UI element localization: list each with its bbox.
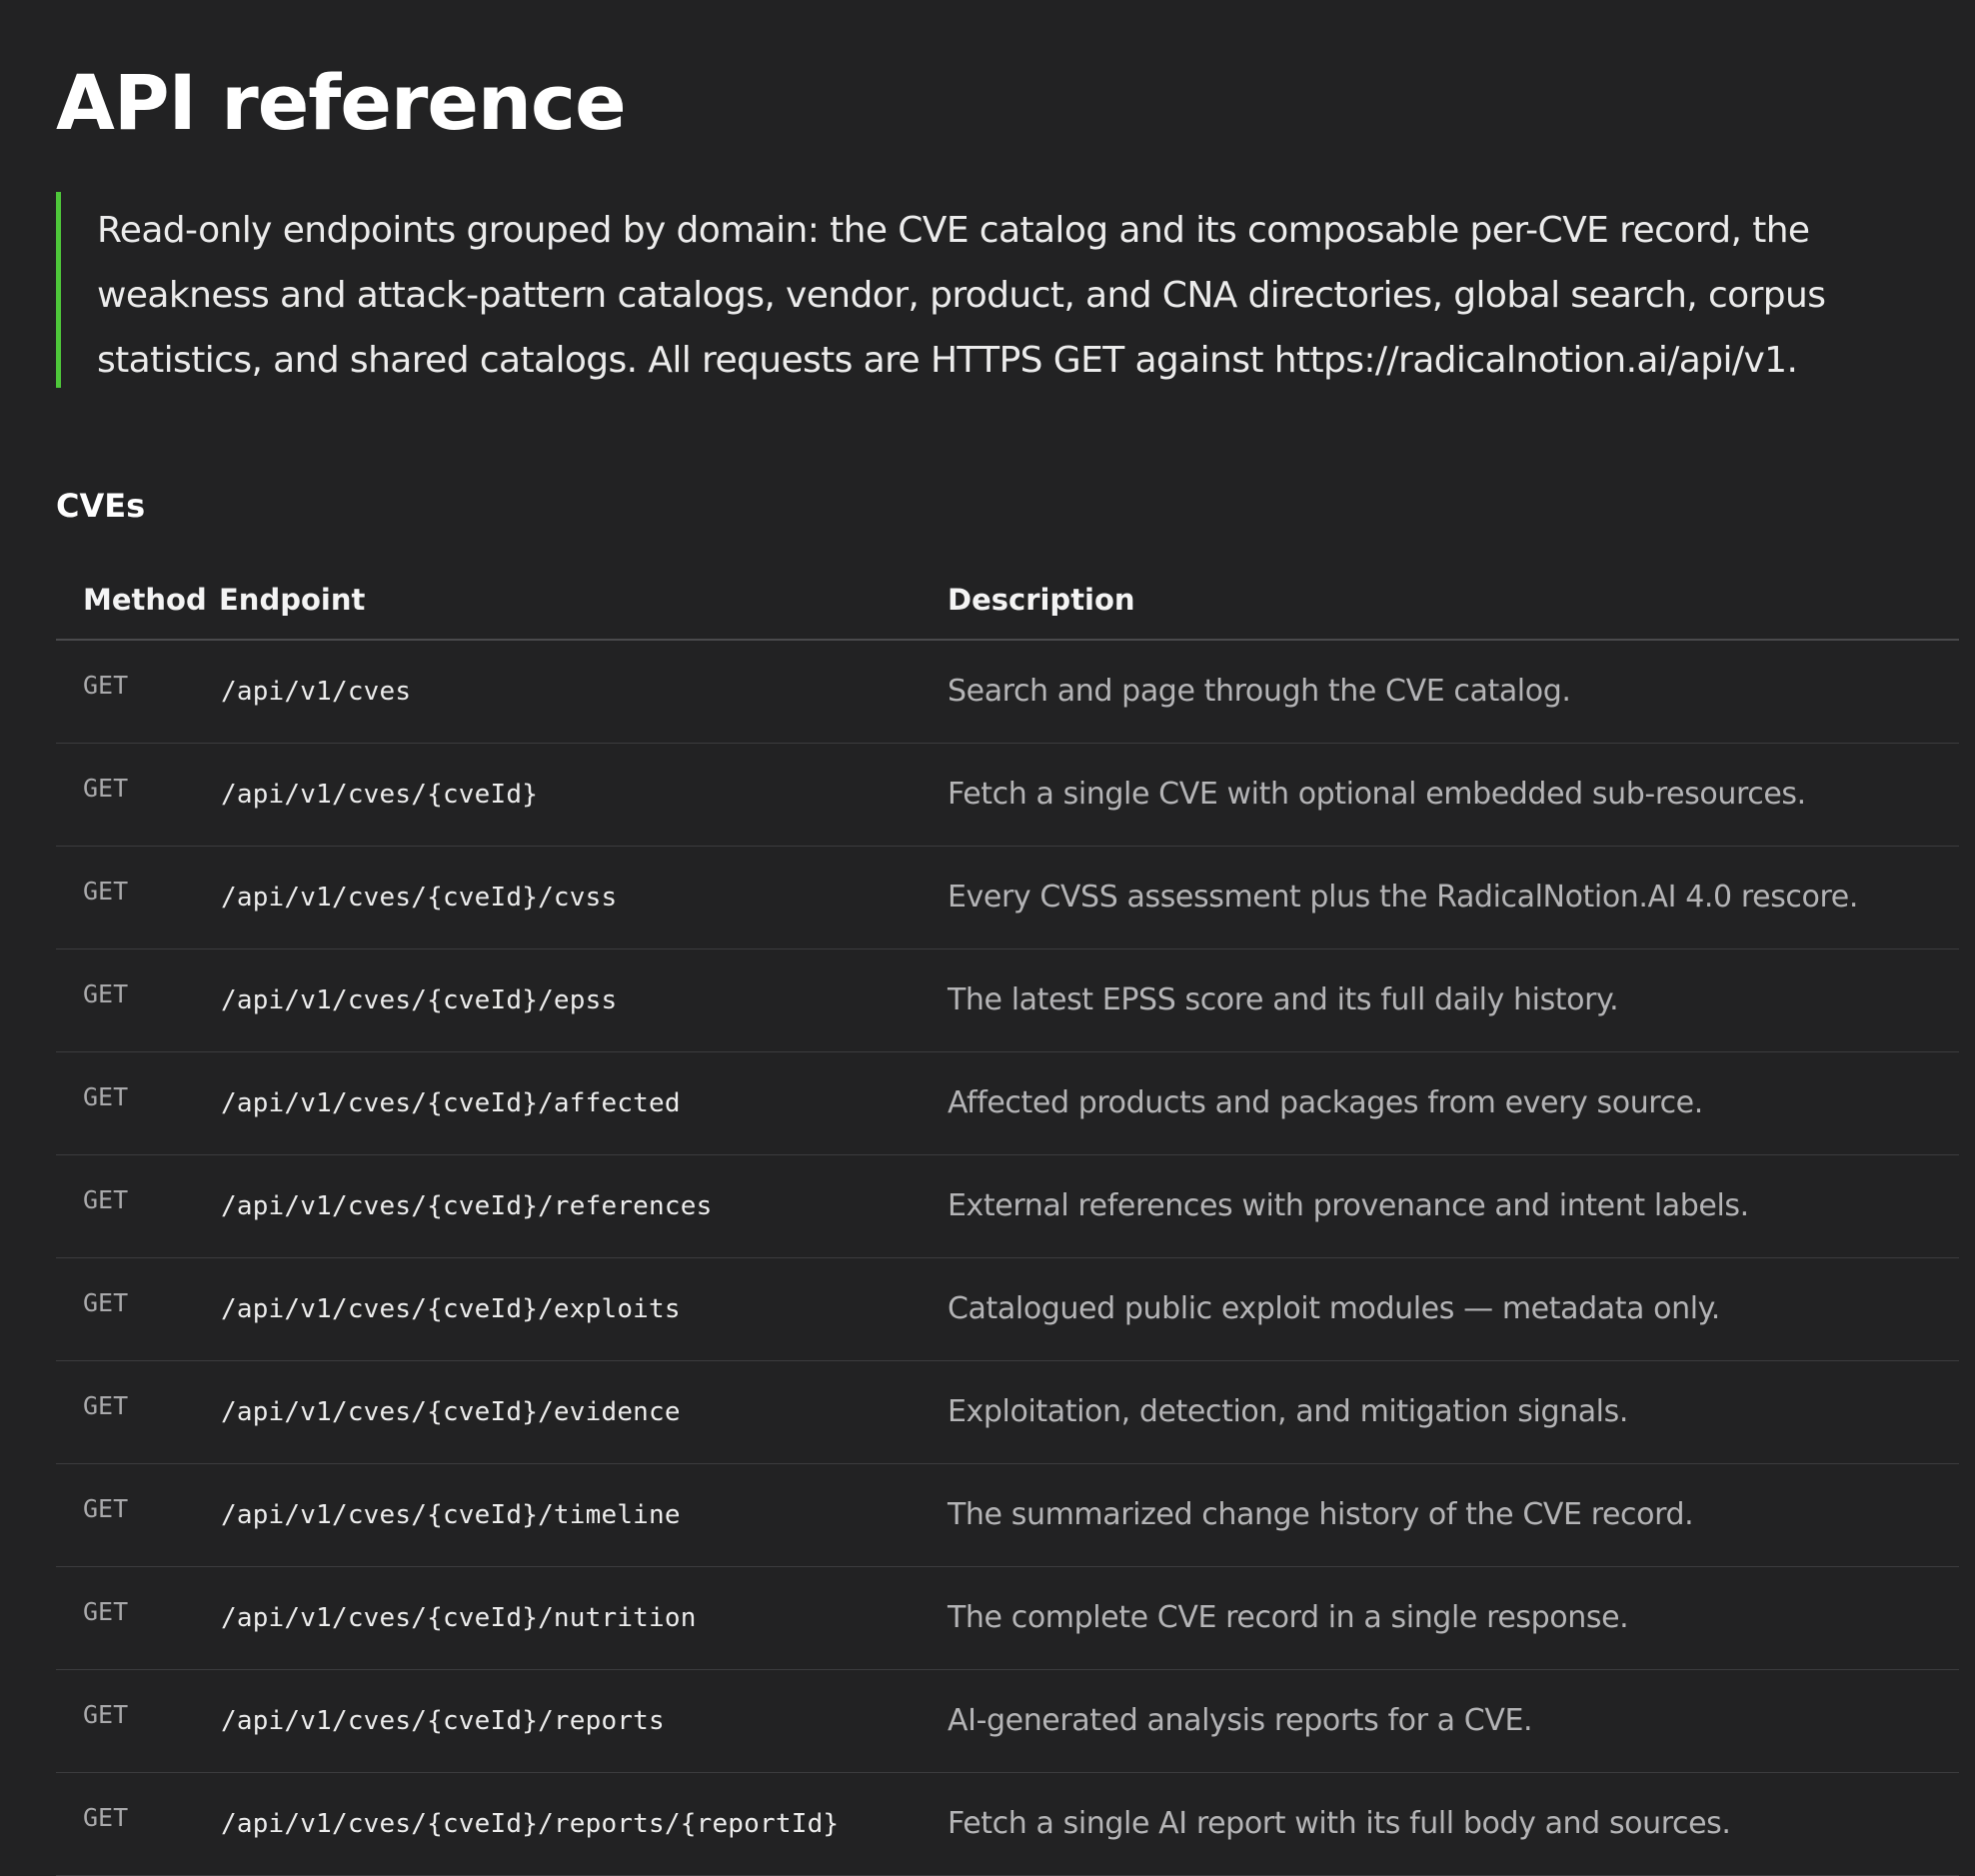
intro-text: Read-only endpoints grouped by domain: t…: [97, 210, 1826, 381]
table-row: GET /api/v1/cves/{cveId}/timeline The su…: [56, 1463, 1959, 1566]
table-row: GET /api/v1/cves/{cveId}/affected Affect…: [56, 1051, 1959, 1154]
method-cell: GET: [83, 1803, 129, 1832]
method-cell: GET: [83, 1494, 129, 1523]
endpoint-cell[interactable]: /api/v1/cves/{cveId}/exploits: [219, 1257, 948, 1360]
endpoint-cell[interactable]: /api/v1/cves/{cveId}/references: [219, 1154, 948, 1257]
description-cell: Fetch a single AI report with its full b…: [948, 1806, 1731, 1841]
description-cell: Every CVSS assessment plus the RadicalNo…: [948, 880, 1858, 915]
endpoint-cell[interactable]: /api/v1/cves/{cveId}/affected: [219, 1051, 948, 1154]
table-body: GET /api/v1/cves Search and page through…: [56, 640, 1959, 1875]
method-cell: GET: [83, 1391, 129, 1420]
section-title-cves: CVEs: [56, 487, 146, 525]
endpoint-cell[interactable]: /api/v1/cves/{cveId}: [219, 743, 948, 846]
endpoint-cell[interactable]: /api/v1/cves/{cveId}/reports/{reportId}: [219, 1772, 948, 1875]
endpoint-cell[interactable]: /api/v1/cves/{cveId}/nutrition: [219, 1566, 948, 1669]
description-cell: Catalogued public exploit modules — meta…: [948, 1291, 1720, 1326]
column-header-method: Method: [56, 560, 219, 641]
intro-callout: Read-only endpoints grouped by domain: t…: [56, 192, 1915, 388]
description-cell: Affected products and packages from ever…: [948, 1085, 1703, 1120]
description-cell: Search and page through the CVE catalog.: [948, 674, 1571, 710]
table-row: GET /api/v1/cves/{cveId}/cvss Every CVSS…: [56, 846, 1959, 948]
table-row: GET /api/v1/cves/{cveId}/reports/{report…: [56, 1772, 1959, 1875]
method-cell: GET: [83, 1597, 129, 1626]
description-cell: Fetch a single CVE with optional embedde…: [948, 777, 1806, 812]
table-row: GET /api/v1/cves/{cveId}/nutrition The c…: [56, 1566, 1959, 1669]
method-cell: GET: [83, 1288, 129, 1317]
column-header-description: Description: [948, 560, 1959, 641]
method-cell: GET: [83, 1185, 129, 1214]
description-cell: Exploitation, detection, and mitigation …: [948, 1394, 1628, 1429]
table-row: GET /api/v1/cves/{cveId}/evidence Exploi…: [56, 1360, 1959, 1463]
endpoint-cell[interactable]: /api/v1/cves/{cveId}/evidence: [219, 1360, 948, 1463]
description-cell: The complete CVE record in a single resp…: [948, 1600, 1629, 1635]
table-row: GET /api/v1/cves Search and page through…: [56, 640, 1959, 743]
method-cell: GET: [83, 774, 129, 803]
table-row: GET /api/v1/cves/{cveId}/epss The latest…: [56, 948, 1959, 1051]
table-row: GET /api/v1/cves/{cveId}/references Exte…: [56, 1154, 1959, 1257]
endpoint-cell[interactable]: /api/v1/cves/{cveId}/reports: [219, 1669, 948, 1772]
description-cell: The summarized change history of the CVE…: [948, 1497, 1694, 1532]
method-cell: GET: [83, 979, 129, 1008]
method-cell: GET: [83, 1700, 129, 1729]
endpoint-cell[interactable]: /api/v1/cves/{cveId}/timeline: [219, 1463, 948, 1566]
method-cell: GET: [83, 1082, 129, 1111]
table-row: GET /api/v1/cves/{cveId}/exploits Catalo…: [56, 1257, 1959, 1360]
table-row: GET /api/v1/cves/{cveId}/reports AI-gene…: [56, 1669, 1959, 1772]
table-row: GET /api/v1/cves/{cveId} Fetch a single …: [56, 743, 1959, 846]
endpoints-table: Method Endpoint Description GET /api/v1/…: [56, 560, 1959, 1876]
table-header: Method Endpoint Description: [56, 560, 1959, 641]
api-reference-page: API reference Read-only endpoints groupe…: [0, 0, 1975, 1875]
description-cell: AI-generated analysis reports for a CVE.: [948, 1703, 1533, 1738]
endpoint-cell[interactable]: /api/v1/cves/{cveId}/cvss: [219, 846, 948, 948]
method-cell: GET: [83, 671, 129, 701]
table-header-row: Method Endpoint Description: [56, 560, 1959, 641]
endpoint-cell[interactable]: /api/v1/cves: [219, 640, 948, 743]
description-cell: The latest EPSS score and its full daily…: [948, 982, 1619, 1017]
method-cell: GET: [83, 877, 129, 906]
page-title: API reference: [56, 58, 627, 147]
endpoint-cell[interactable]: /api/v1/cves/{cveId}/epss: [219, 948, 948, 1051]
column-header-endpoint: Endpoint: [219, 560, 948, 641]
description-cell: External references with provenance and …: [948, 1188, 1749, 1223]
